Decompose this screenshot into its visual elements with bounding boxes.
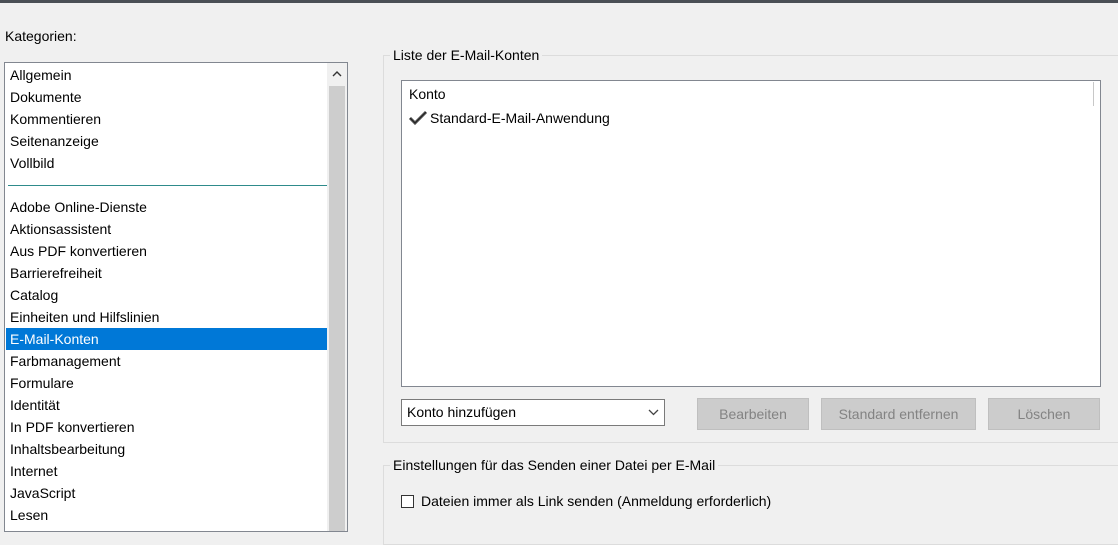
category-item[interactable]: E-Mail-Konten	[6, 328, 328, 350]
column-header-konto[interactable]: Konto	[409, 86, 446, 102]
categories-list[interactable]: Allgemein Dokumente Kommentieren Seitenanze…	[4, 62, 348, 532]
add-account-combo[interactable]: Konto hinzufügen	[401, 399, 665, 426]
chevron-down-icon[interactable]	[642, 400, 664, 425]
category-item[interactable]: Kommentieren	[6, 108, 328, 130]
category-item[interactable]: Formulare	[6, 372, 328, 394]
remove-default-button[interactable]: Standard entfernen	[821, 398, 976, 430]
categories-scrollbar[interactable]	[327, 63, 347, 531]
category-item[interactable]: Adobe Online-Dienste	[6, 196, 328, 218]
always-link-option[interactable]: Dateien immer als Link senden (Anmeldung…	[401, 493, 771, 509]
window-top-border	[0, 0, 1118, 3]
scrollbar-thumb[interactable]	[329, 86, 345, 531]
category-item[interactable]: JavaScript	[6, 482, 328, 504]
category-item[interactable]: Barrierefreiheit	[6, 262, 328, 284]
category-item[interactable]: Dokumente	[6, 86, 328, 108]
categories-items: Allgemein Dokumente Kommentieren Seitenanze…	[6, 64, 328, 526]
checkmark-icon	[408, 110, 428, 126]
category-item[interactable]: Farbmanagement	[6, 350, 328, 372]
email-accounts-table[interactable]: Konto Standard-E-Mail-Anwendung	[401, 80, 1101, 387]
category-item[interactable]: Vollbild	[6, 152, 328, 174]
categories-label: Kategorien:	[5, 28, 77, 44]
category-item[interactable]: Lesen	[6, 504, 328, 526]
category-item[interactable]: Aus PDF konvertieren	[6, 240, 328, 262]
category-separator	[6, 174, 328, 196]
category-item[interactable]: In PDF konvertieren	[6, 416, 328, 438]
delete-button[interactable]: Löschen	[988, 398, 1100, 430]
email-accounts-group-title: Liste der E-Mail-Konten	[390, 46, 543, 64]
category-item[interactable]: Allgemein	[6, 64, 328, 86]
table-row[interactable]: Standard-E-Mail-Anwendung	[408, 110, 610, 126]
scroll-up-button[interactable]	[327, 63, 347, 85]
send-settings-group-title: Einstellungen für das Senden einer Datei…	[390, 456, 719, 474]
category-item[interactable]: Aktionsassistent	[6, 218, 328, 240]
add-account-combo-value: Konto hinzufügen	[407, 404, 516, 420]
account-name: Standard-E-Mail-Anwendung	[430, 110, 610, 126]
chevron-up-icon	[332, 71, 342, 77]
edit-button[interactable]: Bearbeiten	[697, 398, 809, 430]
category-item[interactable]: Inhaltsbearbeitung	[6, 438, 328, 460]
category-item[interactable]: Einheiten und Hilfslinien	[6, 306, 328, 328]
category-item[interactable]: Seitenanzeige	[6, 130, 328, 152]
category-item[interactable]: Identität	[6, 394, 328, 416]
category-item[interactable]: Internet	[6, 460, 328, 482]
always-link-label[interactable]: Dateien immer als Link senden (Anmeldung…	[421, 493, 771, 509]
table-scroll-edge	[1093, 82, 1099, 106]
category-item[interactable]: Catalog	[6, 284, 328, 306]
always-link-checkbox[interactable]	[401, 494, 414, 508]
